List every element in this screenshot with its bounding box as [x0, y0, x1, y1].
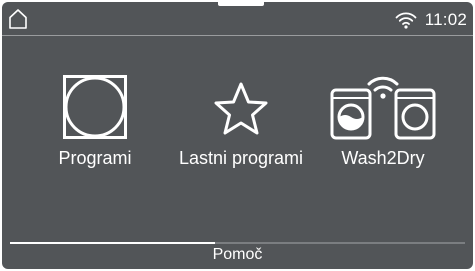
star-icon: [214, 82, 268, 135]
help-button[interactable]: Pomoč: [2, 246, 473, 264]
clock: 11:02: [424, 10, 467, 29]
home-icon: [9, 9, 27, 29]
footer: Pomoč: [2, 241, 473, 269]
menu-item-label: Programi: [58, 148, 132, 168]
status-bar: 11:02: [2, 2, 473, 36]
menu-item-own-programs[interactable]: Lastni programi: [166, 72, 316, 192]
menu-item-label: Wash2Dry: [341, 148, 425, 168]
wifi-icon: [395, 12, 417, 29]
display-screen: 11:02 Programi Lastni programi Wash2Dry …: [2, 2, 473, 269]
page-progress-fill: [10, 242, 215, 244]
wash2dry-icon: [330, 76, 436, 140]
programs-icon: [63, 75, 127, 139]
main-menu: Programi Lastni programi Wash2Dry: [2, 36, 473, 236]
status-area: 11:02: [395, 9, 467, 31]
menu-item-wash2dry[interactable]: Wash2Dry: [308, 72, 458, 192]
top-pull-handle[interactable]: [218, 2, 264, 6]
page-progress-track: [10, 242, 465, 244]
menu-item-label: Lastni programi: [178, 148, 304, 168]
menu-item-programs[interactable]: Programi: [20, 72, 170, 192]
home-button[interactable]: [8, 8, 28, 30]
